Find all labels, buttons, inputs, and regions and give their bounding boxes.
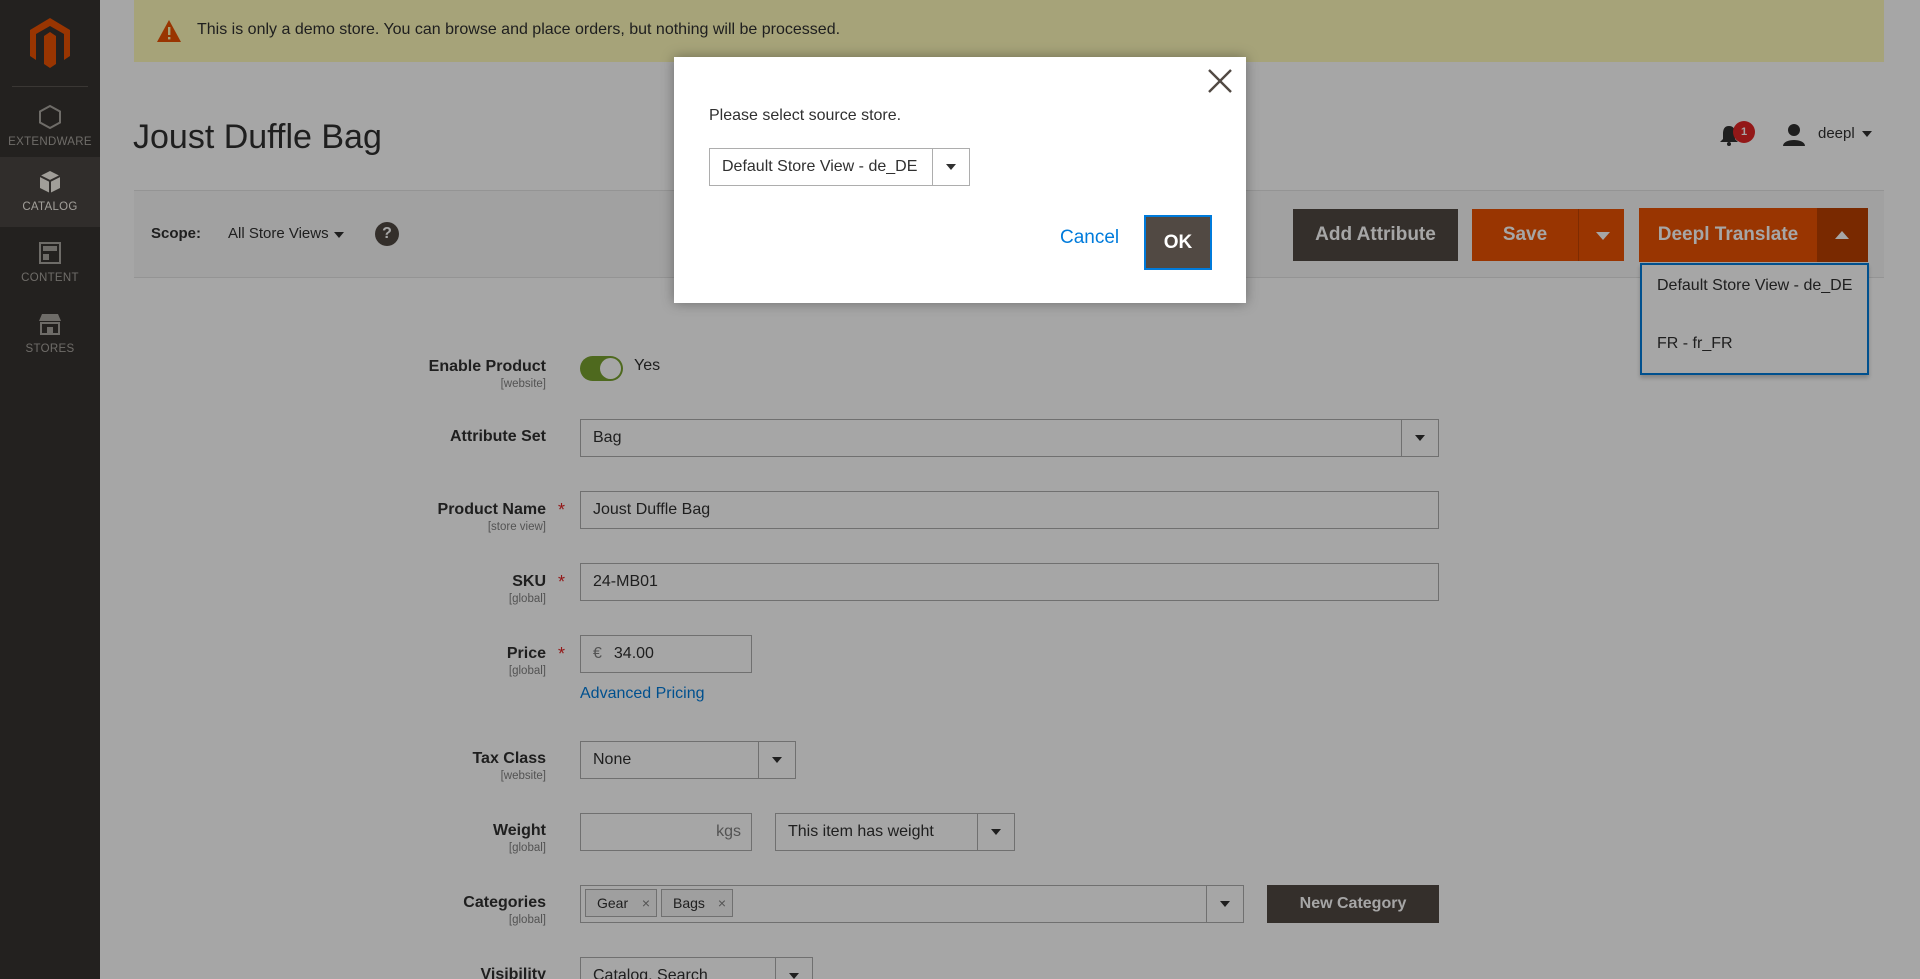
- modal-message: Please select source store.: [709, 107, 902, 124]
- source-store-value: Default Store View - de_DE: [722, 158, 918, 175]
- chevron-down-icon[interactable]: [932, 148, 970, 186]
- cancel-button[interactable]: Cancel: [1060, 227, 1119, 249]
- source-store-select[interactable]: Default Store View - de_DE: [709, 148, 970, 186]
- select-source-store-modal: Please select source store. Default Stor…: [674, 57, 1246, 303]
- close-icon[interactable]: [1206, 67, 1234, 95]
- ok-button[interactable]: OK: [1144, 215, 1212, 270]
